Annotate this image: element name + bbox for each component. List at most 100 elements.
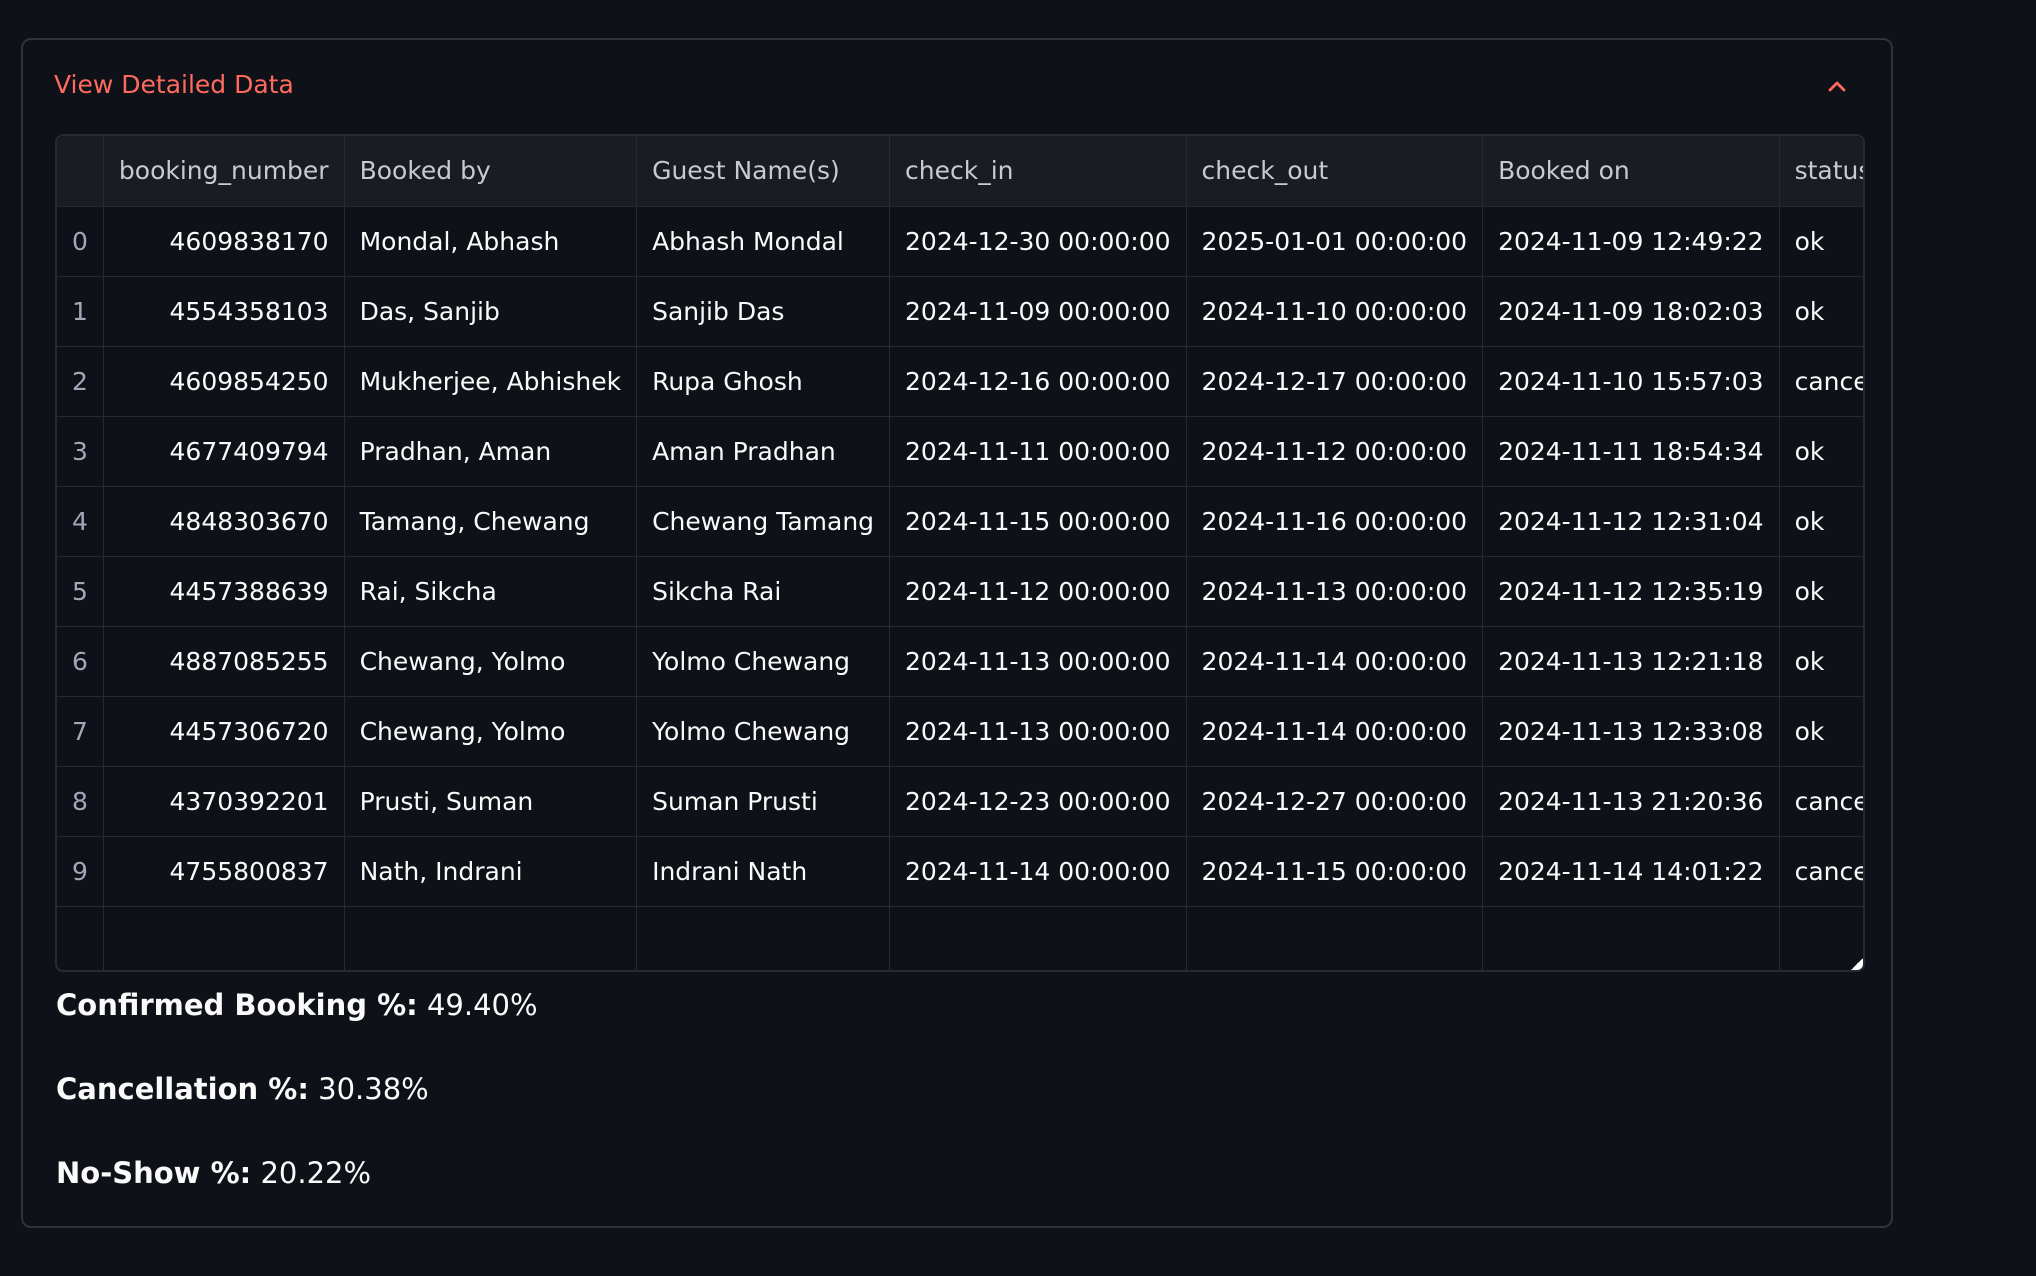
data-table[interactable]: booking_number Booked by Guest Name(s) chec… [55, 134, 1865, 972]
table-cell[interactable]: ok [1779, 206, 1863, 277]
table-cell[interactable]: ok [1779, 486, 1863, 557]
table-cell[interactable]: ok [1779, 276, 1863, 347]
table-cell[interactable]: 2024-11-10 00:00:00 [1186, 276, 1484, 347]
table-cell[interactable]: cancelled [1779, 346, 1863, 417]
column-header[interactable]: Booked by [344, 136, 638, 207]
table-cell[interactable]: 2024-11-11 18:54:34 [1482, 416, 1780, 487]
table-cell[interactable]: cancelled [1779, 836, 1863, 907]
table-cell[interactable]: Chewang, Yolmo [344, 626, 638, 697]
table-cell[interactable]: Mondal, Abhash [344, 206, 638, 277]
table-cell[interactable]: Abhash Mondal [636, 206, 891, 277]
table-cell[interactable]: Rai, Sikcha [344, 556, 638, 627]
table-cell[interactable] [1186, 906, 1484, 970]
table-row[interactable]: 5 4457388639 Rai, Sikcha Sikcha Rai 2024-11-… [57, 556, 1863, 627]
table-cell[interactable]: Tamang, Chewang [344, 486, 638, 557]
table-cell[interactable]: Pradhan, Aman [344, 416, 638, 487]
table-cell[interactable]: ok [1779, 626, 1863, 697]
column-header[interactable]: status [1779, 136, 1863, 207]
table-cell[interactable]: 2024-11-13 12:21:18 [1482, 626, 1780, 697]
table-cell[interactable]: 2024-12-27 00:00:00 [1186, 766, 1484, 837]
table-cell[interactable]: 2024-11-09 12:49:22 [1482, 206, 1780, 277]
table-cell[interactable]: 4848303670 [103, 486, 345, 557]
table-cell[interactable]: 2024-11-12 00:00:00 [889, 556, 1187, 627]
table-cell[interactable]: 2024-11-13 00:00:00 [889, 696, 1187, 767]
resize-handle-icon[interactable] [1851, 958, 1863, 970]
table-cell[interactable]: 2024-11-12 12:35:19 [1482, 556, 1780, 627]
table-cell[interactable] [1482, 906, 1780, 970]
table-cell[interactable]: 2024-11-13 00:00:00 [1186, 556, 1484, 627]
table-cell[interactable]: 2024-11-09 00:00:00 [889, 276, 1187, 347]
table-cell[interactable]: Nath, Indrani [344, 836, 638, 907]
table-row[interactable]: 1 4554358103 Das, Sanjib Sanjib Das 2024-11-… [57, 276, 1863, 347]
table-row[interactable]: 3 4677409794 Pradhan, Aman Aman Pradhan 2024… [57, 416, 1863, 487]
table-cell[interactable] [889, 906, 1187, 970]
table-row[interactable]: 2 4609854250 Mukherjee, Abhishek Rupa Ghosh… [57, 346, 1863, 417]
table-cell[interactable]: 2024-11-14 00:00:00 [1186, 626, 1484, 697]
table-cell[interactable]: Rupa Ghosh [636, 346, 891, 417]
column-header[interactable]: booking_number [103, 136, 345, 207]
table-cell[interactable]: 2024-11-13 12:33:08 [1482, 696, 1780, 767]
row-index-cell[interactable]: 1 [57, 276, 104, 347]
row-index-cell[interactable]: 9 [57, 836, 104, 907]
table-cell[interactable]: 2024-11-16 00:00:00 [1186, 486, 1484, 557]
table-row[interactable] [57, 906, 1863, 970]
row-index-cell[interactable]: 4 [57, 486, 104, 557]
row-index-cell[interactable]: 2 [57, 346, 104, 417]
row-index-cell[interactable]: 6 [57, 626, 104, 697]
table-cell[interactable]: 2024-11-14 00:00:00 [889, 836, 1187, 907]
column-header[interactable]: Guest Name(s) [636, 136, 891, 207]
table-cell[interactable]: Prusti, Suman [344, 766, 638, 837]
table-cell[interactable]: 4677409794 [103, 416, 345, 487]
expander-header[interactable]: View Detailed Data [23, 40, 1891, 132]
table-cell[interactable]: ok [1779, 416, 1863, 487]
table-cell[interactable] [103, 906, 345, 970]
table-cell[interactable]: 2024-11-11 00:00:00 [889, 416, 1187, 487]
table-row[interactable]: 0 4609838170 Mondal, Abhash Abhash Mondal 20… [57, 206, 1863, 277]
table-cell[interactable] [636, 906, 891, 970]
table-cell[interactable]: Sanjib Das [636, 276, 891, 347]
table-cell[interactable]: 4370392201 [103, 766, 345, 837]
row-index-cell[interactable]: 5 [57, 556, 104, 627]
table-cell[interactable]: Mukherjee, Abhishek [344, 346, 638, 417]
table-row[interactable]: 8 4370392201 Prusti, Suman Suman Prusti 2024… [57, 766, 1863, 837]
table-cell[interactable]: 2024-11-14 00:00:00 [1186, 696, 1484, 767]
table-cell[interactable]: ok [1779, 556, 1863, 627]
table-cell[interactable]: 2024-11-12 00:00:00 [1186, 416, 1484, 487]
row-index-cell[interactable] [57, 906, 104, 970]
row-index-cell[interactable]: 8 [57, 766, 104, 837]
table-cell[interactable]: 4887085255 [103, 626, 345, 697]
table-cell[interactable]: 2024-11-12 12:31:04 [1482, 486, 1780, 557]
column-header[interactable]: check_in [889, 136, 1187, 207]
column-header[interactable]: check_out [1186, 136, 1484, 207]
table-cell[interactable]: 2024-11-14 14:01:22 [1482, 836, 1780, 907]
table-cell[interactable]: Yolmo Chewang [636, 696, 891, 767]
table-cell[interactable]: ok [1779, 696, 1863, 767]
table-cell[interactable]: 2025-01-01 00:00:00 [1186, 206, 1484, 277]
column-header-index[interactable] [57, 136, 104, 207]
table-cell[interactable]: 2024-11-10 15:57:03 [1482, 346, 1780, 417]
row-index-cell[interactable]: 7 [57, 696, 104, 767]
table-cell[interactable]: 4457388639 [103, 556, 345, 627]
table-cell[interactable]: 2024-12-23 00:00:00 [889, 766, 1187, 837]
table-cell[interactable]: Sikcha Rai [636, 556, 891, 627]
table-cell[interactable]: Chewang Tamang [636, 486, 891, 557]
row-index-cell[interactable]: 3 [57, 416, 104, 487]
table-cell[interactable]: 4554358103 [103, 276, 345, 347]
table-cell[interactable]: 2024-11-15 00:00:00 [1186, 836, 1484, 907]
table-cell[interactable]: Chewang, Yolmo [344, 696, 638, 767]
table-row[interactable]: 7 4457306720 Chewang, Yolmo Yolmo Chewang 20… [57, 696, 1863, 767]
table-cell[interactable]: 2024-11-13 21:20:36 [1482, 766, 1780, 837]
table-cell[interactable]: 4609854250 [103, 346, 345, 417]
table-cell[interactable]: Yolmo Chewang [636, 626, 891, 697]
table-cell[interactable]: 2024-11-09 18:02:03 [1482, 276, 1780, 347]
table-cell[interactable] [344, 906, 638, 970]
table-cell[interactable]: Indrani Nath [636, 836, 891, 907]
table-cell[interactable]: cancelled [1779, 766, 1863, 837]
table-cell[interactable]: 4609838170 [103, 206, 345, 277]
table-cell[interactable]: 2024-12-17 00:00:00 [1186, 346, 1484, 417]
table-row[interactable]: 9 4755800837 Nath, Indrani Indrani Nath 2024… [57, 836, 1863, 907]
table-row[interactable]: 4 4848303670 Tamang, Chewang Chewang Tamang… [57, 486, 1863, 557]
table-cell[interactable]: 2024-12-30 00:00:00 [889, 206, 1187, 277]
table-cell[interactable]: 2024-11-13 00:00:00 [889, 626, 1187, 697]
row-index-cell[interactable]: 0 [57, 206, 104, 277]
